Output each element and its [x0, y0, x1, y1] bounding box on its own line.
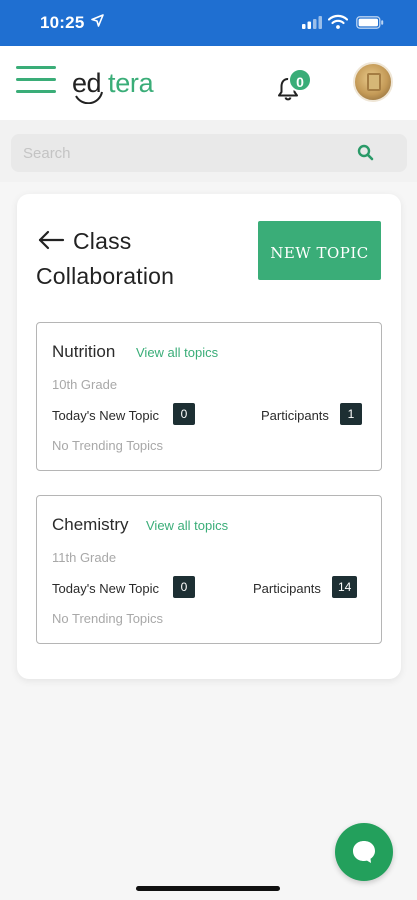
subject-grade: 11th Grade [52, 550, 117, 565]
subject-grade: 10th Grade [52, 377, 118, 392]
new-topic-count-badge: 0 [173, 576, 195, 598]
trending-topics-text: No Trending Topics [52, 438, 164, 453]
subject-name: Chemistry [52, 515, 129, 534]
participants-label: Participants [253, 581, 321, 596]
subject-card-nutrition[interactable]: Nutrition View all topics 10th Grade Tod… [36, 322, 382, 471]
subject-card-chemistry[interactable]: Chemistry View all topics 11th Grade Tod… [36, 495, 382, 644]
cellular-signal-icon [302, 16, 322, 34]
chat-button[interactable] [335, 823, 393, 881]
new-topic-label: Today's New Topic [52, 581, 160, 596]
view-all-topics-link[interactable]: View all topics [136, 345, 218, 360]
location-arrow-icon [91, 14, 104, 32]
notification-badge[interactable]: 0 [288, 68, 312, 92]
status-bar: 10:25 [0, 0, 417, 46]
app-header: ed tera 0 [0, 46, 417, 120]
trending-topics-text: No Trending Topics [52, 611, 164, 626]
class-collaboration-card: Class Collaboration NEW TOPIC Nutrition … [17, 194, 401, 679]
avatar[interactable] [353, 62, 393, 102]
participants-label: Participants [261, 408, 329, 423]
battery-icon [356, 16, 384, 34]
status-time: 10:25 [40, 13, 85, 32]
new-topic-button[interactable]: NEW TOPIC [258, 221, 381, 280]
home-indicator [136, 886, 280, 891]
participants-count-badge: 1 [340, 403, 362, 425]
page-title: Class Collaboration [36, 228, 175, 289]
search-input[interactable] [23, 134, 343, 172]
hamburger-menu-icon[interactable] [16, 66, 56, 96]
new-topic-count-badge: 0 [173, 403, 195, 425]
subject-name: Nutrition [52, 342, 116, 361]
search-bar-container [0, 120, 417, 182]
search-bar [11, 134, 407, 172]
search-icon[interactable] [357, 144, 374, 166]
chat-bubble-icon [353, 841, 375, 863]
wifi-icon [327, 14, 349, 34]
view-all-topics-link[interactable]: View all topics [146, 518, 228, 533]
logo-ed: ed [72, 68, 102, 98]
participants-count-badge: 14 [332, 576, 358, 598]
new-topic-label: Today's New Topic [52, 408, 160, 423]
logo-tera: tera [108, 68, 154, 98]
